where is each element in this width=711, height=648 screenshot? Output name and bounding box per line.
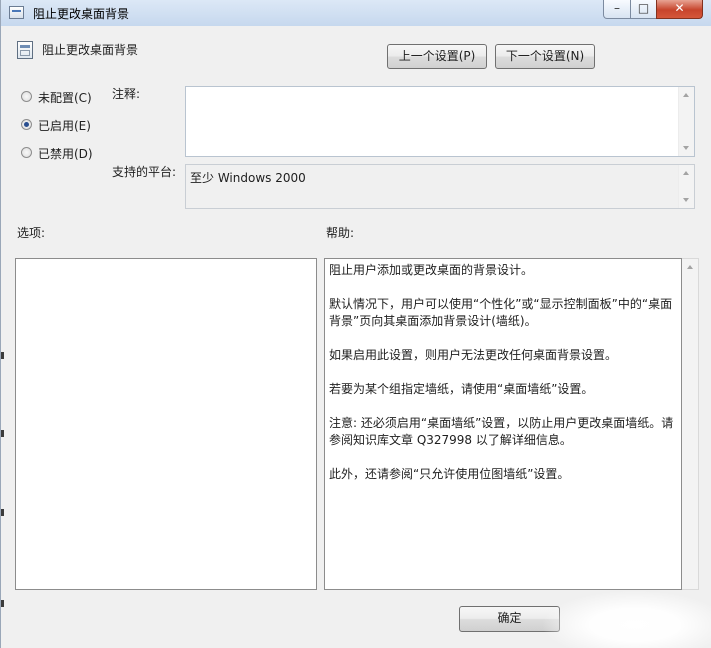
previous-setting-button[interactable]: 上一个设置(P) <box>387 44 487 69</box>
glare-overlay <box>541 590 711 648</box>
options-label: 选项: <box>17 226 46 240</box>
platform-value: 至少 Windows 2000 <box>190 171 306 185</box>
help-text: 阻止用户添加或更改桌面的背景设计。 默认情况下，用户可以使用“个性化”或“显示控… <box>329 262 681 500</box>
arrow-up-icon[interactable] <box>683 93 689 97</box>
edge-mark <box>1 600 4 607</box>
arrow-down-icon[interactable] <box>683 198 689 202</box>
help-paragraph: 若要为某个组指定墙纸，请使用“桌面墙纸”设置。 <box>329 382 594 396</box>
radio-circle[interactable] <box>21 91 32 102</box>
radio-label[interactable]: 未配置(C) <box>38 89 92 106</box>
arrow-down-icon[interactable] <box>683 146 689 150</box>
help-paragraph: 注意: 还必须启用“桌面墙纸”设置，以防止用户更改桌面墙纸。请参阅知识库文章 Q… <box>329 416 674 447</box>
help-panel: 阻止用户添加或更改桌面的背景设计。 默认情况下，用户可以使用“个性化”或“显示控… <box>324 258 682 590</box>
comment-textarea[interactable] <box>185 86 695 157</box>
next-setting-button[interactable]: 下一个设置(N) <box>495 44 595 69</box>
arrow-up-icon[interactable] <box>683 171 689 175</box>
platform-label: 支持的平台: <box>112 165 177 179</box>
help-scrollbar[interactable] <box>682 258 699 590</box>
help-paragraph: 默认情况下，用户可以使用“个性化”或“显示控制面板”中的“桌面背景”页向其桌面添… <box>329 297 673 328</box>
minimize-button[interactable]: – <box>603 0 631 19</box>
radio-circle-checked[interactable] <box>21 119 32 130</box>
window-title: 阻止更改桌面背景 <box>33 7 130 21</box>
policy-window-icon <box>9 6 24 19</box>
comment-scrollbar[interactable] <box>678 87 694 156</box>
platform-field: 至少 Windows 2000 <box>185 164 695 209</box>
radio-circle[interactable] <box>21 147 32 158</box>
close-button[interactable]: ✕ <box>656 0 703 19</box>
edge-mark <box>1 352 4 359</box>
help-label: 帮助: <box>326 226 355 240</box>
help-paragraph: 阻止用户添加或更改桌面的背景设计。 <box>329 263 534 277</box>
maximize-button[interactable]: □ <box>630 0 657 19</box>
edge-mark <box>1 509 4 516</box>
title-bar[interactable]: 阻止更改桌面背景 – □ ✕ <box>1 0 711 26</box>
comment-label: 注释: <box>112 87 141 101</box>
radio-label[interactable]: 已禁用(D) <box>38 145 93 162</box>
arrow-up-icon[interactable] <box>687 265 693 269</box>
help-paragraph: 如果启用此设置，则用户无法更改任何桌面背景设置。 <box>329 348 618 362</box>
policy-setting-icon <box>17 41 33 59</box>
help-paragraph: 此外，还请参阅“只允许使用位图墙纸”设置。 <box>329 467 570 481</box>
radio-label[interactable]: 已启用(E) <box>38 117 91 134</box>
options-panel <box>15 258 317 590</box>
edge-mark <box>1 430 4 437</box>
setting-title: 阻止更改桌面背景 <box>42 43 139 57</box>
platform-scrollbar[interactable] <box>678 165 694 208</box>
policy-editor-window: 阻止更改桌面背景 – □ ✕ 阻止更改桌面背景 上一个设置(P) 下一个设置(N… <box>0 0 711 648</box>
